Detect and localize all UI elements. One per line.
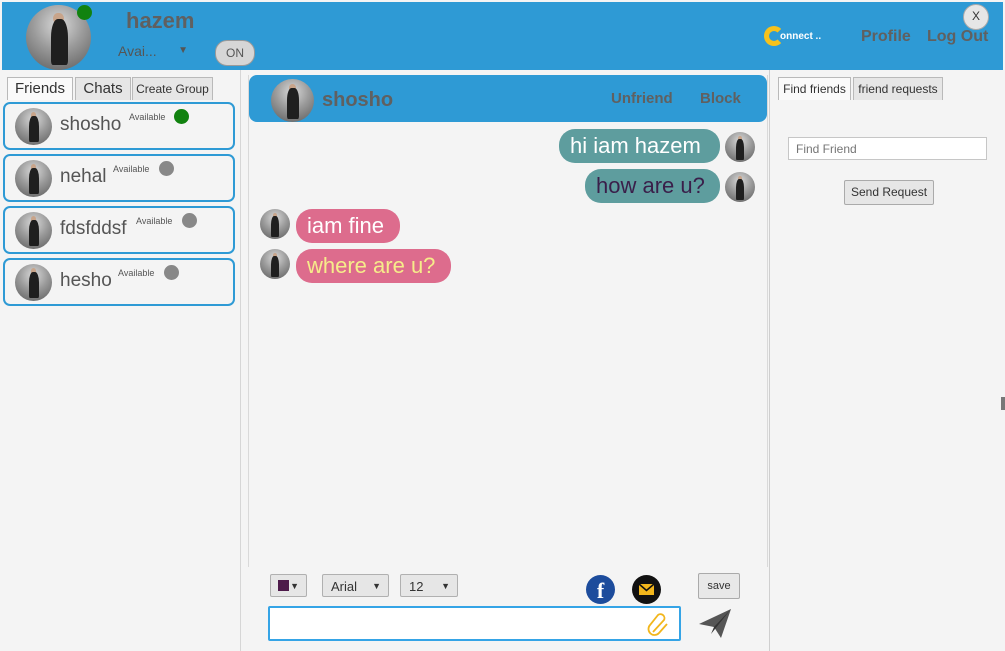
facebook-icon[interactable]: f xyxy=(586,575,615,604)
message-bubble-incoming: iam fine xyxy=(296,209,400,243)
text-color-swatch xyxy=(278,580,289,591)
tab-find-friends[interactable]: Find friends xyxy=(778,77,851,100)
online-status-dot xyxy=(174,109,189,124)
contact-name: shosho xyxy=(322,89,394,111)
friend-item-shosho[interactable]: shosho Available xyxy=(3,102,235,150)
offline-status-dot xyxy=(159,161,174,176)
message-input-box[interactable] xyxy=(268,606,681,641)
message-avatar xyxy=(725,172,755,202)
friend-status-text: Available xyxy=(118,268,155,278)
offline-status-dot xyxy=(164,265,179,280)
save-button[interactable]: save xyxy=(698,573,740,599)
logout-link[interactable]: Log Out xyxy=(927,28,988,46)
friend-avatar xyxy=(15,160,52,197)
friend-status-text: Available xyxy=(129,112,166,122)
contact-avatar[interactable] xyxy=(271,79,314,122)
logo-text: onnect .. xyxy=(780,31,822,42)
friend-name: nehal xyxy=(60,166,107,187)
app-logo: onnect .. xyxy=(764,24,824,52)
current-user-name: hazem xyxy=(126,8,195,33)
font-family-value: Arial xyxy=(331,579,358,594)
close-button[interactable]: X xyxy=(963,4,989,30)
friend-item-fdsfddsf[interactable]: fdsfddsf Available xyxy=(3,206,235,254)
friend-name: hesho xyxy=(60,270,112,291)
message-avatar xyxy=(260,209,290,239)
message-avatar xyxy=(725,132,755,162)
scrollbar-thumb[interactable] xyxy=(1001,397,1005,410)
offline-status-dot xyxy=(182,213,197,228)
message-bubble-outgoing: hi iam hazem xyxy=(559,129,720,163)
chevron-down-icon: ▼ xyxy=(441,581,450,591)
paperclip-icon[interactable] xyxy=(647,612,671,638)
chat-header: shosho Unfriend Block xyxy=(249,75,767,122)
current-user-status-dot xyxy=(77,5,92,20)
chat-panel: shosho Unfriend Block hi iam hazem how a… xyxy=(248,75,768,567)
tab-chats[interactable]: Chats xyxy=(75,77,131,100)
email-icon[interactable] xyxy=(632,575,661,604)
unfriend-button[interactable]: Unfriend xyxy=(611,90,673,107)
tab-friend-requests[interactable]: friend requests xyxy=(853,77,943,100)
friend-name: fdsfddsf xyxy=(60,218,127,239)
availability-toggle[interactable]: ON xyxy=(215,40,255,66)
chevron-down-icon: ▼ xyxy=(178,45,188,56)
text-color-picker[interactable]: ▼ xyxy=(270,574,307,597)
friend-item-hesho[interactable]: hesho Available xyxy=(3,258,235,306)
message-avatar xyxy=(260,249,290,279)
friend-status-text: Available xyxy=(136,216,173,226)
font-family-select[interactable]: Arial ▼ xyxy=(322,574,389,597)
friend-avatar xyxy=(15,108,52,145)
friend-status-text: Available xyxy=(113,164,150,174)
status-dropdown[interactable]: Avai... ▼ xyxy=(118,43,194,61)
send-request-button[interactable]: Send Request xyxy=(844,180,934,205)
status-dropdown-value: Avai... xyxy=(118,43,157,59)
chevron-down-icon: ▼ xyxy=(372,581,381,591)
font-size-value: 12 xyxy=(409,579,424,594)
friend-avatar xyxy=(15,264,52,301)
add-friend-panel: Find friends friend requests Send Reques… xyxy=(769,70,1003,651)
tab-create-group[interactable]: Create Group xyxy=(132,77,213,100)
message-input[interactable] xyxy=(276,610,640,640)
block-button[interactable]: Block xyxy=(700,90,741,107)
send-icon[interactable] xyxy=(697,606,733,640)
font-size-select[interactable]: 12 ▼ xyxy=(400,574,458,597)
profile-link[interactable]: Profile xyxy=(861,28,911,46)
friend-name: shosho xyxy=(60,114,122,135)
friends-panel: Friends Chats Create Group shosho Availa… xyxy=(2,70,241,651)
friend-item-nehal[interactable]: nehal Available xyxy=(3,154,235,202)
chevron-down-icon: ▼ xyxy=(290,581,299,591)
friend-avatar xyxy=(15,212,52,249)
tab-friends[interactable]: Friends xyxy=(7,77,73,100)
find-friend-input[interactable] xyxy=(788,137,987,160)
message-bubble-incoming: where are u? xyxy=(296,249,451,283)
message-bubble-outgoing: how are u? xyxy=(585,169,720,203)
